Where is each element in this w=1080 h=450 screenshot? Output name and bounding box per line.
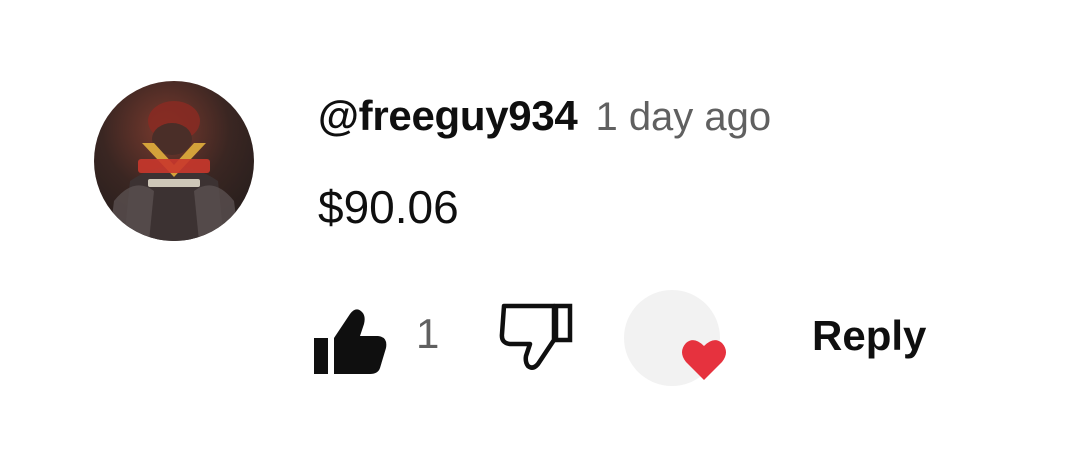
comment-actions: 1 Reply <box>312 290 1012 386</box>
comment-text: $90.06 <box>318 181 459 233</box>
creator-heart-button[interactable] <box>624 290 726 386</box>
reply-button[interactable]: Reply <box>812 312 926 360</box>
thumbs-down-icon <box>499 303 573 370</box>
thumbs-up-icon <box>314 309 387 374</box>
comment-timestamp[interactable]: 1 day ago <box>595 95 771 140</box>
comment-header: @freeguy934 1 day ago <box>318 92 771 148</box>
like-button[interactable] <box>312 300 392 380</box>
avatar[interactable] <box>94 81 254 241</box>
comment-author[interactable]: @freeguy934 <box>318 92 578 140</box>
avatar-image <box>109 101 239 241</box>
dislike-button[interactable] <box>496 298 576 378</box>
heart-icon <box>682 340 726 380</box>
like-count: 1 <box>416 310 440 357</box>
